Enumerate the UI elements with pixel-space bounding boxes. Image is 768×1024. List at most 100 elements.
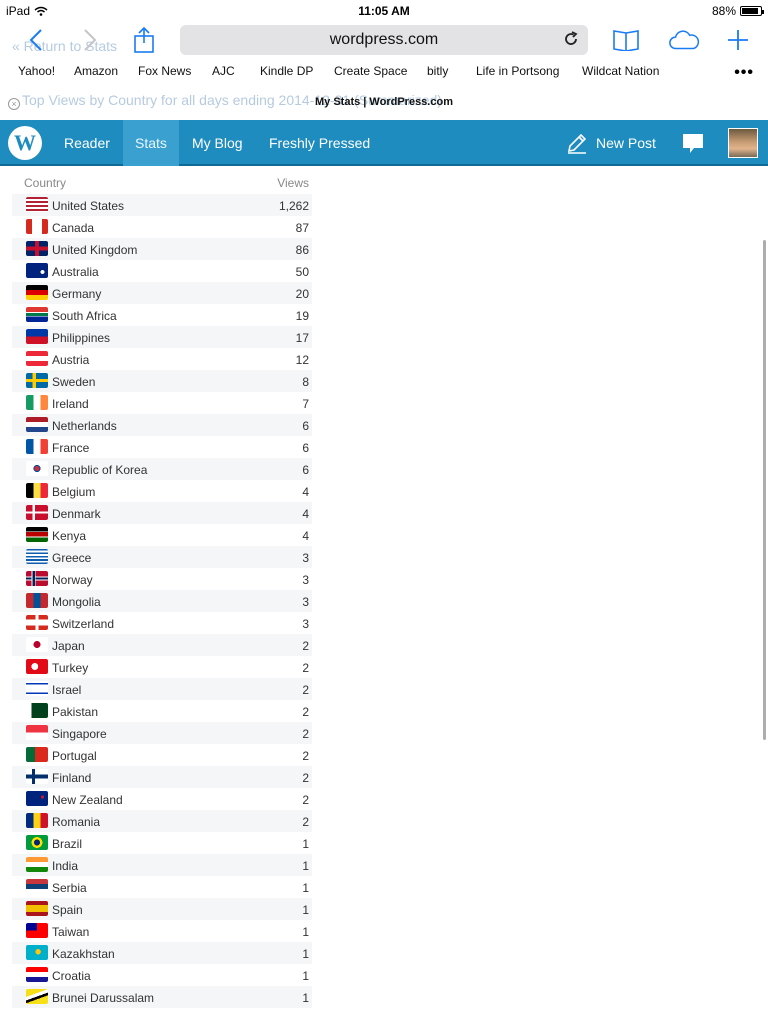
bookmark-fox-news[interactable]: Fox News xyxy=(138,64,191,78)
share-button[interactable] xyxy=(128,24,160,56)
notifications-icon[interactable] xyxy=(682,132,704,154)
country-name: Belgium xyxy=(52,485,96,499)
view-count: 2 xyxy=(302,727,309,741)
back-button[interactable] xyxy=(20,24,52,56)
view-count: 6 xyxy=(302,419,309,433)
scrollbar[interactable] xyxy=(763,240,766,740)
browser-toolbar: wordpress.com xyxy=(0,22,768,58)
table-row: Germany 20 xyxy=(12,282,312,304)
bookmark-wildcat-nation[interactable]: Wildcat Nation xyxy=(582,64,659,78)
bookmark-ajc[interactable]: AJC xyxy=(212,64,235,78)
table-row: Switzerland 3 xyxy=(12,612,312,634)
tr-flag-icon xyxy=(26,659,48,674)
share-icon xyxy=(134,27,154,53)
view-count: 12 xyxy=(295,353,309,367)
table-row: Taiwan 1 xyxy=(12,920,312,942)
forward-button[interactable] xyxy=(74,24,106,56)
sg-flag-icon xyxy=(26,725,48,740)
country-name: Turkey xyxy=(52,661,89,675)
status-right: 88% xyxy=(712,4,764,18)
country-name: Kazakhstan xyxy=(52,947,115,961)
bookmark-life-in-portsong[interactable]: Life in Portsong xyxy=(476,64,559,78)
table-row: Pakistan 2 xyxy=(12,700,312,722)
table-row: Singapore 2 xyxy=(12,722,312,744)
new-post-button[interactable]: New Post xyxy=(566,120,656,166)
table-row: Turkey 2 xyxy=(12,656,312,678)
jp-flag-icon xyxy=(26,637,48,652)
no-flag-icon xyxy=(26,571,48,586)
view-count: 4 xyxy=(302,529,309,543)
new-tab-button[interactable] xyxy=(722,24,754,56)
country-name: South Africa xyxy=(52,309,117,323)
table-row: Serbia 1 xyxy=(12,876,312,898)
country-name: Brunei Darussalam xyxy=(52,991,155,1005)
chevron-left-icon xyxy=(29,29,42,51)
bookmark-kindle-dp[interactable]: Kindle DP xyxy=(260,64,313,78)
table-row: Belgium 4 xyxy=(12,480,312,502)
view-count: 87 xyxy=(295,221,309,235)
country-name: New Zealand xyxy=(52,793,123,807)
view-count: 8 xyxy=(302,375,309,389)
country-name: Republic of Korea xyxy=(52,463,148,477)
table-row: Philippines 17 xyxy=(12,326,312,348)
view-count: 3 xyxy=(302,617,309,631)
nav-stats[interactable]: Stats xyxy=(123,120,179,166)
view-count: 6 xyxy=(302,441,309,455)
bookmarks-button[interactable] xyxy=(610,24,642,56)
tab-title: My Stats | WordPress.com xyxy=(315,96,453,108)
country-name: Portugal xyxy=(52,749,97,763)
br-flag-icon xyxy=(26,835,48,850)
nav-freshly-pressed[interactable]: Freshly Pressed xyxy=(257,120,382,166)
bookmark-amazon[interactable]: Amazon xyxy=(74,64,118,78)
bookmark-create-space[interactable]: Create Space xyxy=(334,64,407,78)
country-name: Austria xyxy=(52,353,90,367)
table-row: Portugal 2 xyxy=(12,744,312,766)
se-flag-icon xyxy=(26,373,48,388)
view-count: 1 xyxy=(302,969,309,983)
gr-flag-icon xyxy=(26,549,48,564)
view-count: 1 xyxy=(302,837,309,851)
table-row: Norway 3 xyxy=(12,568,312,590)
view-count: 2 xyxy=(302,683,309,697)
fi-flag-icon xyxy=(26,769,48,784)
reload-icon[interactable] xyxy=(562,30,580,48)
nav-reader[interactable]: Reader xyxy=(52,120,122,166)
country-name: Sweden xyxy=(52,375,96,389)
at-flag-icon xyxy=(26,351,48,366)
avatar[interactable] xyxy=(728,128,758,158)
wordpress-logo-icon[interactable]: W xyxy=(8,126,42,160)
table-row: Japan 2 xyxy=(12,634,312,656)
table-row: United Kingdom 86 xyxy=(12,238,312,260)
view-count: 19 xyxy=(295,309,309,323)
icloud-tabs-button[interactable] xyxy=(668,24,700,56)
country-name: Finland xyxy=(52,771,92,785)
view-count: 1 xyxy=(302,947,309,961)
url-bar[interactable]: wordpress.com xyxy=(180,25,588,55)
nz-flag-icon xyxy=(26,791,48,806)
more-bookmarks-icon[interactable]: ••• xyxy=(734,64,754,82)
country-name: Brazil xyxy=(52,837,83,851)
view-count: 2 xyxy=(302,749,309,763)
nav-my-blog[interactable]: My Blog xyxy=(180,120,255,166)
table-header: Country Views xyxy=(12,172,312,194)
table-row: Sweden 8 xyxy=(12,370,312,392)
bookmark-yahoo[interactable]: Yahoo! xyxy=(18,64,55,78)
wp-admin-bar: W Reader Stats My Blog Freshly Pressed N… xyxy=(0,120,768,166)
view-count: 2 xyxy=(302,705,309,719)
table-row: Republic of Korea 6 xyxy=(12,458,312,480)
au-flag-icon xyxy=(26,263,48,278)
view-count: 1 xyxy=(302,925,309,939)
bookmark-bitly[interactable]: bitly xyxy=(427,64,448,78)
ke-flag-icon xyxy=(26,527,48,542)
column-header-views: Views xyxy=(277,176,309,190)
country-name: Romania xyxy=(52,815,101,829)
kz-flag-icon xyxy=(26,945,48,960)
country-name: Denmark xyxy=(52,507,101,521)
view-count: 4 xyxy=(302,485,309,499)
table-row: Mongolia 3 xyxy=(12,590,312,612)
cloud-icon xyxy=(669,30,700,50)
view-count: 1 xyxy=(302,991,309,1005)
status-time: 11:05 AM xyxy=(358,4,410,18)
bookmarks-bar: Yahoo! Amazon Fox News AJC Kindle DP Cre… xyxy=(0,60,768,82)
view-count: 2 xyxy=(302,661,309,675)
